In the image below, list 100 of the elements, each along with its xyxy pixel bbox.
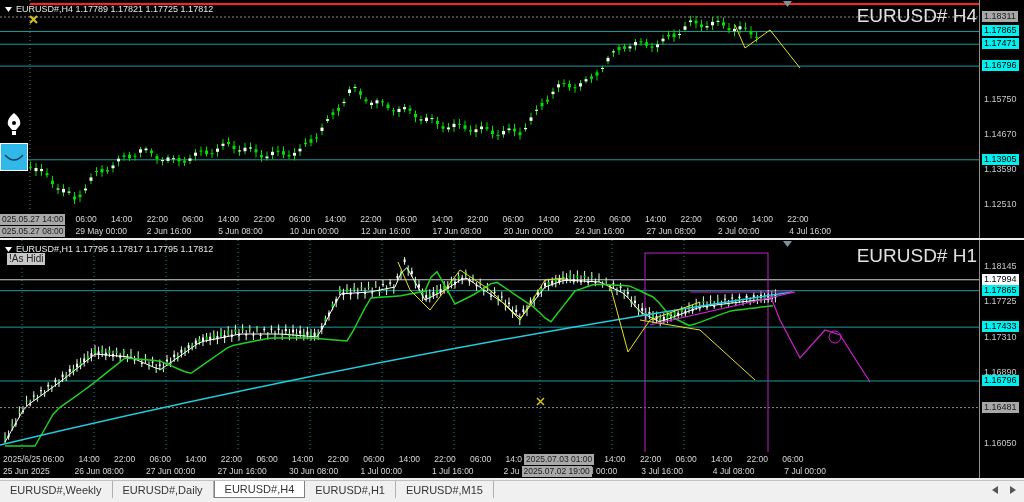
- chart-tab[interactable]: EURUSD#,H4: [213, 481, 306, 498]
- time-label: l 00:00: [591, 466, 619, 476]
- time-label: 20 Jun 00:00: [503, 226, 554, 236]
- time-label: 06:00: [395, 214, 419, 224]
- time-label: 17 Jun 08:00: [432, 226, 483, 236]
- time-label: 22:00: [467, 214, 490, 224]
- time-label: 22:00: [787, 214, 810, 224]
- time-label: 14:00: [604, 454, 627, 464]
- time-label: 3 Jul 16:00: [641, 466, 684, 476]
- arc-icon[interactable]: [0, 143, 28, 171]
- chart-title: EURUSD# H1: [856, 245, 977, 267]
- time-label: 22:00: [680, 214, 703, 224]
- time-label: 06:00: [469, 454, 493, 464]
- time-label: 30 Jun 08:00: [289, 466, 340, 476]
- time-label: 27 Jun 16:00: [217, 466, 268, 476]
- time-label: 06:00: [716, 214, 739, 224]
- shift-marker-icon: [783, 241, 792, 247]
- time-label: 14:00: [111, 214, 134, 224]
- time-label: 2 Ju: [503, 466, 521, 476]
- time-label: 14:00: [78, 454, 101, 464]
- time-label: 06:00: [782, 454, 805, 464]
- price-label: 1.13590: [983, 164, 1018, 175]
- time-label: 27 Jun 08:00: [646, 226, 697, 236]
- chart-title: EURUSD# H4: [856, 5, 977, 27]
- time-label: 025.05.27 08:00: [0, 225, 66, 237]
- time-label: 25 Jun 2025: [3, 466, 51, 476]
- time-label: 4 Jul 08:00: [712, 466, 756, 476]
- time-label: 06:00: [149, 454, 172, 464]
- time-label: 06:00: [675, 454, 698, 464]
- time-label: 10 Jun 00:00: [289, 226, 340, 236]
- price-label: 1.16890: [983, 367, 1018, 377]
- price-label: 1.13905: [982, 153, 1019, 165]
- time-label: 06:00: [363, 454, 386, 464]
- price-label: 1.14670: [983, 129, 1018, 140]
- time-label: 14:00: [324, 214, 347, 224]
- time-label: 025.05.27 14:00: [0, 213, 66, 225]
- price-label: 1.16796: [982, 374, 1019, 386]
- time-label: 22:00: [746, 454, 769, 464]
- time-label: 2025.07.03 01:00: [524, 453, 595, 465]
- time-label: 4 Jul 16:00: [789, 226, 832, 236]
- price-label: 1.18145: [983, 261, 1018, 272]
- time-label: 12 Jun 16:00: [361, 226, 412, 236]
- time-label: 22:00: [146, 214, 169, 224]
- dropdown-triangle-icon[interactable]: [5, 246, 12, 252]
- projection-line: [734, 24, 801, 69]
- time-label: 14:00: [644, 214, 668, 224]
- cross-marker-icon: [536, 397, 545, 406]
- scroll-left-icon[interactable]: [992, 486, 998, 494]
- time-label: 24 Jun 16:00: [575, 226, 626, 236]
- chart-info: EURUSD#,H4 1.17789 1.17821 1.17725 1.17812: [16, 4, 214, 14]
- label-button[interactable]: !As Hidi: [7, 253, 46, 265]
- time-label: 06:00: [182, 214, 205, 224]
- time-label: 14:00: [398, 454, 422, 464]
- price-label: 1.17310: [983, 331, 1018, 343]
- time-label: 06:00: [42, 454, 66, 464]
- time-label: 06:00: [256, 454, 279, 464]
- price-label: 1.15750: [983, 94, 1018, 105]
- price-label: 1.17471: [982, 38, 1019, 50]
- price-label: 1.17994: [982, 273, 1019, 285]
- time-label: 22:00: [360, 214, 383, 224]
- time-label: 14:00: [751, 214, 774, 224]
- time-label: 22:00: [639, 454, 663, 464]
- time-label: 1 Jul 00:00: [360, 466, 404, 476]
- time-label: 22:00: [114, 454, 137, 464]
- time-label: 06:00: [289, 214, 312, 224]
- price-label: 1.17725: [983, 296, 1018, 308]
- time-label: 22:00: [434, 454, 457, 464]
- price-label: 1.16481: [982, 401, 1019, 413]
- time-label: 14:00: [711, 454, 734, 464]
- pen-nib-icon[interactable]: [5, 112, 23, 136]
- scroll-right-icon[interactable]: [1010, 486, 1016, 494]
- time-label: 2025/6/25: [3, 454, 42, 464]
- time-label: 22:00: [220, 454, 244, 464]
- time-label: 06:00: [609, 214, 632, 224]
- time-label: 5 Jun 08:00: [218, 226, 264, 236]
- time-label: 06:00: [502, 214, 525, 224]
- chart-info: EURUSD#,H1 1.17795 1.17817 1.17795 1.17812: [16, 244, 214, 254]
- time-label: 2 Jun 16:00: [146, 226, 193, 236]
- time-label: 2025.07.02 19:00: [521, 465, 592, 477]
- time-label: 14:00: [217, 214, 241, 224]
- time-label: 14:00: [292, 454, 315, 464]
- time-label: 7 Jul 00:00: [784, 466, 827, 476]
- time-label: 26 Jun 08:00: [74, 466, 125, 476]
- dropdown-triangle-icon[interactable]: [5, 6, 12, 12]
- cross-marker-icon: [29, 15, 38, 24]
- time-label: 06:00: [75, 214, 98, 224]
- price-label: 1.16050: [983, 438, 1018, 449]
- time-label: 29 May 00:00: [75, 226, 128, 236]
- time-label: 1 Jul 16:00: [432, 466, 475, 476]
- time-label: 2 Jul 00:00: [717, 226, 761, 236]
- time-label: 14:0: [505, 454, 524, 464]
- time-label: 27 Jun 00:00: [146, 466, 197, 476]
- time-label: 14:00: [538, 214, 561, 224]
- shift-marker-icon: [783, 1, 792, 7]
- time-label: 22:00: [573, 214, 597, 224]
- price-label: 1.17865: [982, 284, 1019, 296]
- price-label: 1.18311: [982, 11, 1018, 22]
- price-label: 1.12510: [983, 199, 1018, 210]
- price-label: 1.16796: [982, 60, 1019, 72]
- time-label: 22:00: [253, 214, 276, 224]
